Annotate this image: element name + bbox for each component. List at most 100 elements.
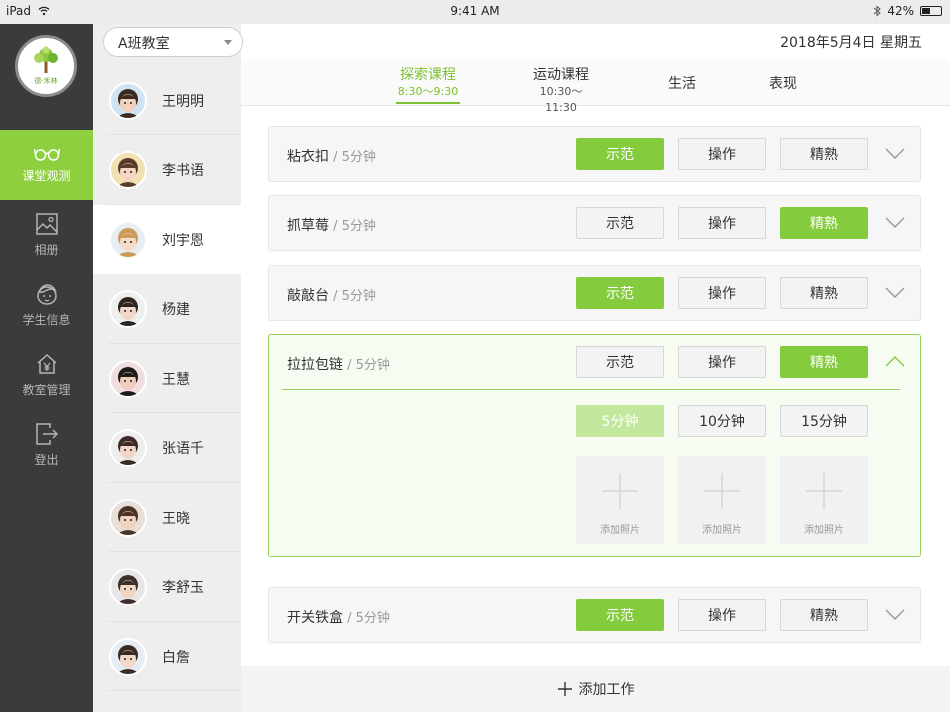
student-name: 张语千 [162, 441, 204, 457]
student-name: 刘宇恩 [162, 232, 204, 249]
main-panel: 2018年5月4日 星期五 探索课程 8:30～9:30 运动课程 10:30～… [241, 24, 950, 712]
plus-icon [557, 682, 572, 696]
school-logo: 德·禾林 [15, 35, 77, 97]
work-title: 开关铁盒 / 5分钟 [287, 607, 390, 627]
nav-label: 课堂观测 [22, 168, 71, 183]
level-proficient-button[interactable]: 精熟 [780, 207, 868, 239]
level-demo-button[interactable]: 示范 [576, 277, 664, 309]
work-card: 开关铁盒 / 5分钟 示范 操作 精熟 [268, 587, 921, 643]
avatar [109, 81, 147, 120]
avatar [109, 568, 147, 606]
level-operate-button[interactable]: 操作 [678, 207, 766, 239]
student-name: 白詹 [162, 649, 190, 666]
plus-icon [704, 473, 740, 509]
image-icon [35, 212, 58, 235]
avatar [109, 290, 147, 328]
chevron-down-icon[interactable] [885, 146, 905, 160]
nav-album[interactable]: 相册 [0, 200, 93, 270]
battery-percent: 42% [887, 4, 914, 18]
work-title: 拉拉包链 / 5分钟 [287, 354, 390, 374]
glasses-icon [33, 148, 60, 161]
plus-icon [602, 473, 638, 509]
level-demo-button[interactable]: 示范 [576, 346, 664, 378]
avatar [109, 151, 147, 189]
bluetooth-icon [874, 5, 882, 17]
nav-classroom-observation[interactable]: 课堂观测 [0, 130, 93, 200]
student-name: 王明明 [162, 93, 204, 110]
chevron-up-icon[interactable] [885, 354, 905, 368]
student-row[interactable]: 王慧 [93, 344, 241, 413]
duration-option-button[interactable]: 15分钟 [780, 405, 868, 437]
student-row[interactable]: 张语千 [93, 414, 241, 483]
level-demo-button[interactable]: 示范 [576, 599, 664, 631]
student-row[interactable]: 刘宇恩 [93, 205, 241, 274]
add-photo-label: 添加照片 [702, 525, 742, 536]
work-title: 敲敲台 / 5分钟 [287, 285, 376, 305]
work-card: 抓草莓 / 5分钟 示范 操作 精熟 [268, 195, 921, 251]
add-photo-slot[interactable]: 添加照片 [780, 456, 868, 544]
add-photo-slot[interactable]: 添加照片 [576, 456, 664, 544]
chevron-down-icon[interactable] [885, 285, 905, 299]
logout-icon [35, 422, 58, 445]
row-divider [108, 690, 241, 691]
tab-label: 探索课程 [400, 67, 456, 83]
tab-underline [396, 102, 460, 104]
work-title: 粘衣扣 / 5分钟 [287, 146, 376, 166]
work-name: 拉拉包链 [287, 357, 343, 373]
student-name: 李书语 [162, 163, 204, 179]
battery-icon [920, 6, 942, 16]
student-name: 王晓 [162, 510, 190, 527]
level-demo-button[interactable]: 示范 [576, 207, 664, 239]
work-name: 敲敲台 [287, 288, 329, 304]
status-right: 42% [873, 4, 942, 18]
student-name: 杨建 [162, 302, 190, 318]
nav-logout[interactable]: 登出 [0, 410, 93, 480]
level-proficient-button[interactable]: 精熟 [780, 277, 868, 309]
chevron-down-icon[interactable] [885, 607, 905, 621]
work-name: 抓草莓 [287, 218, 329, 234]
status-bar: iPad 9:41 AM 42% [0, 0, 950, 24]
tab-exploration[interactable]: 探索课程 8:30～9:30 [396, 66, 460, 104]
tab-time: 8:30～9:30 [397, 85, 459, 98]
work-duration: / 5分钟 [343, 358, 390, 373]
level-operate-button[interactable]: 操作 [678, 138, 766, 170]
student-row[interactable]: 王晓 [93, 483, 241, 552]
tab-label: 表现 [769, 76, 797, 92]
tab-life[interactable]: 生活 [664, 75, 700, 93]
student-row[interactable]: 王明明 [93, 66, 241, 135]
work-duration: / 5分钟 [329, 289, 376, 304]
class-select[interactable]: A班教室 [103, 27, 243, 57]
add-work-label: 添加工作 [578, 682, 635, 698]
level-operate-button[interactable]: 操作 [678, 346, 766, 378]
tab-performance[interactable]: 表现 [765, 75, 801, 93]
nav-classroom-management[interactable]: 教室管理 [0, 340, 93, 410]
current-date: 2018年5月4日 星期五 [780, 35, 922, 51]
dropdown-caret-icon [224, 40, 232, 45]
student-row[interactable]: 白詹 [93, 622, 241, 691]
tab-sports[interactable]: 运动课程 10:30～11:30 [527, 66, 595, 116]
add-photo-slot[interactable]: 添加照片 [678, 456, 766, 544]
level-proficient-button[interactable]: 精熟 [780, 346, 868, 378]
add-work-button[interactable]: 添加工作 [241, 666, 950, 712]
level-demo-button[interactable]: 示范 [576, 138, 664, 170]
student-row[interactable]: 李舒玉 [93, 553, 241, 622]
nav-label: 相册 [34, 242, 59, 257]
level-operate-button[interactable]: 操作 [678, 277, 766, 309]
nav-student-info[interactable]: 学生信息 [0, 270, 93, 340]
duration-option-button[interactable]: 5分钟 [576, 405, 664, 437]
chevron-down-icon[interactable] [885, 215, 905, 229]
student-row[interactable]: 杨建 [93, 275, 241, 344]
work-card: 敲敲台 / 5分钟 示范 操作 精熟 [268, 265, 921, 321]
level-proficient-button[interactable]: 精熟 [780, 599, 868, 631]
tab-time: 10:30～11:30 [539, 85, 583, 114]
work-card: 粘衣扣 / 5分钟 示范 操作 精熟 [268, 126, 921, 182]
app-root: iPad 9:41 AM 42% 德·禾林 课堂观测 相册 学生信息 教室管理 … [0, 0, 950, 712]
level-proficient-button[interactable]: 精熟 [780, 138, 868, 170]
add-photo-label: 添加照片 [804, 525, 844, 536]
level-operate-button[interactable]: 操作 [678, 599, 766, 631]
duration-option-button[interactable]: 10分钟 [678, 405, 766, 437]
battery-fill [922, 8, 930, 14]
work-duration: / 5分钟 [329, 150, 376, 165]
nav-label: 教室管理 [22, 382, 71, 397]
student-row[interactable]: 李书语 [93, 136, 241, 205]
